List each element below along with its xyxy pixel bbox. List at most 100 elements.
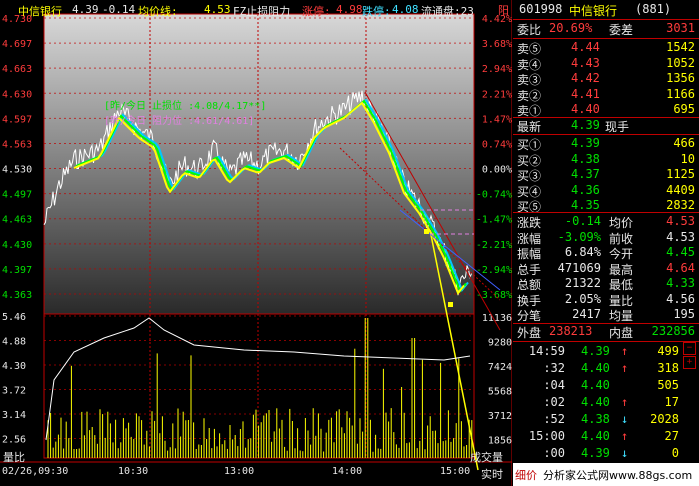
price-tick: 4.597 [2,114,32,125]
volume-label: 成交量 [470,451,503,464]
tick-price: 4.39 [581,344,610,358]
pct-tick: 0.74% [482,139,512,150]
tick-row[interactable]: :04 4.40 505 [513,378,699,394]
tick-price: 4.40 [581,395,610,409]
tick-row[interactable]: 15:00 4.40 ↑ 27 [513,429,699,445]
bid-volume: 1125 [666,167,695,181]
limit-down-value: 4.08 [392,3,419,16]
ask-volume: 1356 [666,71,695,85]
time-label: 13:00 [224,466,254,477]
price-tick: 4.430 [2,240,32,251]
ask-row[interactable]: 卖③ 4.42 1356 [513,71,699,87]
avg-line-label: 均价线: [138,5,178,18]
time-label: 10:30 [118,466,148,477]
pct-tick: -0.74% [476,190,512,201]
tick-row[interactable]: :00 4.39 ↓ 0 [513,446,699,462]
tick-row[interactable]: :52 4.38 ↓ 2028 [513,412,699,428]
stat-value: 4.64 [666,260,695,275]
stop-loss-legend: [昨/今日 止损位 :4.08/4.17**] [104,101,267,112]
ask-volume: 1166 [666,86,695,101]
bid-row[interactable]: 买③ 4.37 1125 [513,167,699,183]
stat-value: 21322 [564,276,601,290]
bid-volume: 2832 [666,198,695,212]
chart-canvas[interactable]: 4.7304.6974.6634.6304.5974.5634.5304.497… [0,0,512,486]
marker-square [424,229,429,234]
stat-label: 总手 [517,262,542,277]
divider [513,341,699,342]
outer-inner-row: 外盘 238213 内盘 232856 [513,324,699,340]
stat-label: 今开 [609,247,634,261]
stock-name: 中信银行 [18,5,62,18]
tick-row[interactable]: :02 4.40 ↑ 17 [513,395,699,411]
volume-ratio-label: 量比 [3,451,25,464]
divider [513,19,699,20]
bid-row[interactable]: 买② 4.38 10 [513,152,699,168]
footer-tab-detail[interactable]: 细价 [515,467,537,483]
tick-direction-icon: ↓ [621,412,629,426]
ask-volume: 1052 [666,55,695,70]
tick-price: 4.39 [581,446,610,460]
outer-value: 238213 [549,324,593,338]
float-shares-label: 流通盘:23 [421,5,474,18]
bid-price: 4.36 [571,182,600,197]
ask-label: 卖③ [517,73,542,87]
tick-direction-icon: ↑ [621,361,629,375]
last-price-row: 最新 4.39 现手 [513,118,699,134]
tick-price: 4.38 [581,412,610,426]
scroll-down-icon[interactable]: + [683,356,696,369]
bid-label: 买② [517,153,542,168]
tick-volume: 505 [657,378,679,392]
stat-label: 均价 [609,216,634,230]
order-ratio-value: 20.69% [549,21,593,35]
ask-label: 卖② [517,88,542,103]
tick-direction-icon: ↑ [621,344,629,358]
inner-value: 232856 [651,324,695,338]
stat-value: -0.14 [564,214,601,228]
stat-row: 涨幅 -3.09% 前收 4.53 [513,230,699,246]
bid-row[interactable]: 买① 4.39 466 [513,136,699,152]
volume-ratio-tick: 2.56 [2,435,26,446]
tick-time: 14:59 [528,344,565,358]
bid-price: 4.39 [571,136,600,150]
ask-label: 卖⑤ [517,42,542,56]
avg-line-value: 4.53 [204,3,231,16]
stat-value: 195 [673,307,695,321]
ask-row[interactable]: 卖② 4.41 1166 [513,87,699,103]
marker-square [448,302,453,307]
tick-row[interactable]: 14:59 4.39 ↑ 499 [513,344,699,360]
limit-down-label: 跌停: [362,5,391,18]
tick-volume: 17 [664,395,679,409]
stock-code: 601998 [519,2,563,16]
stat-row: 振幅 6.84% 今开 4.45 [513,245,699,261]
pct-tick: 3.68% [482,39,512,50]
last-label: 最新 [517,120,542,134]
limit-up-value: 4.98 [336,3,363,16]
stat-label: 换手 [517,293,542,308]
tick-row[interactable]: :32 4.40 ↑ 318 [513,361,699,377]
fz-indicator-label: FZ止损阻力 [233,5,291,18]
stat-row: 换手 2.05% 量比 4.56 [513,292,699,308]
bid-volume: 10 [680,151,695,166]
bid-row[interactable]: 买④ 4.36 4409 [513,183,699,199]
quote-panel: 601998 中信银行 (881) 委比 20.69% 委差 3031 卖⑤ 4.… [513,0,699,486]
stat-label: 涨跌 [517,216,542,230]
pct-tick: -2.94% [476,265,512,276]
resistance-legend: [昨/今日 阻力位 :4.61/4.61] [104,116,255,127]
order-ratio-label: 委比 [517,23,542,37]
bid-label: 买③ [517,169,542,183]
tick-volume: 499 [657,344,679,358]
footer-watermark: 分析家公式网www.88gs.com [543,469,693,482]
ask-row[interactable]: 卖⑤ 4.44 1542 [513,40,699,56]
outer-label: 外盘 [517,326,542,340]
stat-label: 最高 [609,262,634,277]
ask-row[interactable]: 卖④ 4.43 1052 [513,56,699,72]
stat-value: 2.05% [564,291,601,306]
scroll-up-icon[interactable]: − [683,342,696,355]
tick-scroller[interactable]: − + [683,342,696,462]
ask-row[interactable]: 卖① 4.40 695 [513,102,699,118]
realtime-label[interactable]: 实时 [481,466,503,482]
time-label: 14:00 [332,466,362,477]
stat-row: 涨跌 -0.14 均价 4.53 [513,214,699,230]
intraday-chart[interactable]: 4.730 4.697 4.663 4.630 4.597 4.563 4.530 4.497… [0,0,512,486]
tick-time: 15:00 [528,429,565,443]
